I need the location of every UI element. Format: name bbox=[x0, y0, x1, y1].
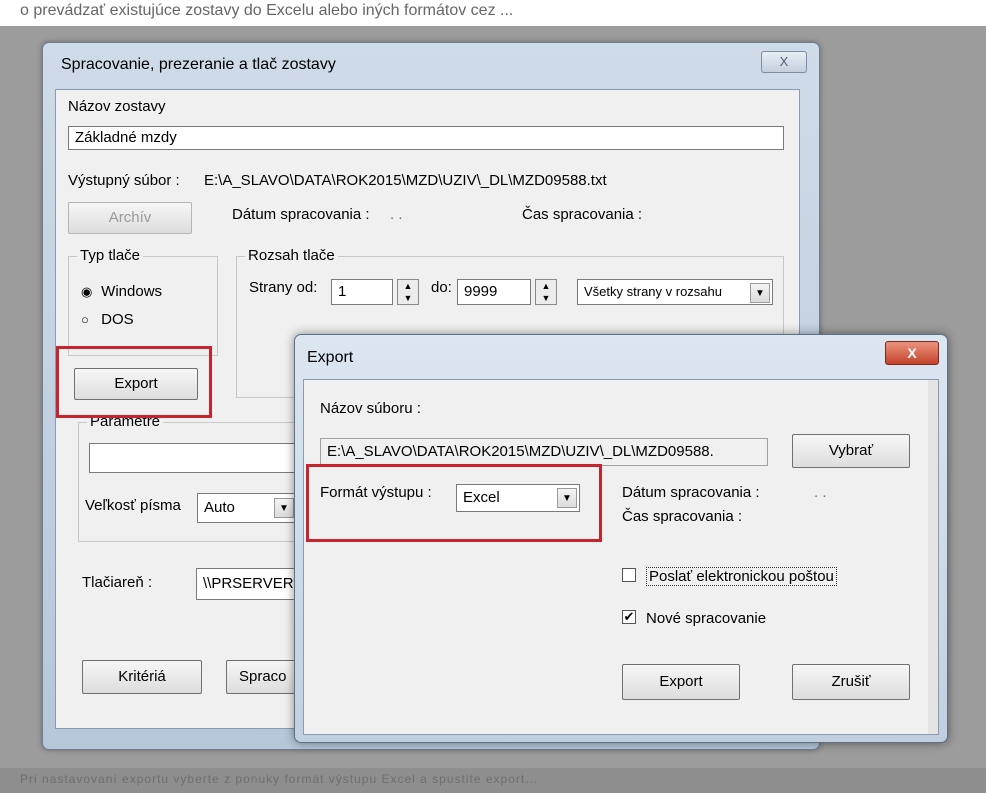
pages-to-input[interactable]: 9999 bbox=[457, 279, 531, 305]
archive-button[interactable]: Archív bbox=[68, 202, 192, 234]
output-file-label: Výstupný súbor : bbox=[68, 172, 180, 189]
print-type-group-title: Typ tlače bbox=[77, 247, 144, 264]
processing-date-value: . . bbox=[390, 206, 403, 223]
cancel-button[interactable]: Zrušiť bbox=[792, 664, 910, 700]
chevron-down-icon: ▼ bbox=[274, 498, 294, 518]
print-range-group-title: Rozsah tlače bbox=[245, 247, 338, 264]
close-icon: X bbox=[907, 345, 917, 361]
spin-up-icon: ▲ bbox=[541, 281, 551, 291]
processing-time-label: Čas spracovania : bbox=[522, 206, 643, 223]
export-processing-date-value: . . bbox=[814, 484, 827, 501]
font-size-select[interactable]: Auto ▼ bbox=[197, 493, 297, 523]
spin-down-icon: ▼ bbox=[403, 293, 413, 303]
background-bottom-text: Pri nastavovaní exportu vyberte z ponuky… bbox=[20, 772, 539, 786]
radio-selected-icon: ◉ bbox=[81, 284, 93, 299]
new-processing-label: Nové spracovanie bbox=[646, 610, 767, 627]
processing-date-label: Dátum spracovania : bbox=[232, 206, 370, 223]
export-processing-time-label: Čas spracovania : bbox=[622, 508, 743, 525]
file-name-label: Názov súboru : bbox=[320, 400, 421, 417]
export-confirm-button[interactable]: Export bbox=[622, 664, 740, 700]
pages-from-input[interactable]: 1 bbox=[331, 279, 393, 305]
checkbox-empty-icon bbox=[622, 568, 636, 583]
criteria-button[interactable]: Kritériá bbox=[82, 660, 202, 694]
background-bottom-strip: Pri nastavovaní exportu vyberte z ponuky… bbox=[0, 768, 986, 793]
choose-file-button[interactable]: Vybrať bbox=[792, 434, 910, 468]
report-name-input[interactable]: Základné mzdy bbox=[68, 126, 784, 150]
pages-mode-select[interactable]: Všetky strany v rozsahu ▼ bbox=[577, 279, 773, 305]
radio-label: DOS bbox=[101, 311, 134, 328]
send-email-checkbox[interactable]: Poslať elektronickou poštou bbox=[622, 567, 837, 586]
file-name-input[interactable]: E:\A_SLAVO\DATA\ROK2015\MZD\UZIV\_DL\MZD… bbox=[320, 438, 768, 466]
pages-mode-value: Všetky strany v rozsahu bbox=[584, 284, 722, 299]
close-icon: X bbox=[779, 54, 789, 69]
pages-from-label: Strany od: bbox=[249, 279, 318, 296]
close-button[interactable]: X bbox=[761, 51, 807, 73]
send-email-label: Poslať elektronickou poštou bbox=[646, 567, 837, 586]
background-top-text: o prevádzať existujúce zostavy do Excelu… bbox=[20, 2, 514, 19]
export-dialog-title: Export bbox=[307, 349, 354, 366]
font-size-label: Veľkosť písma bbox=[85, 497, 181, 514]
print-type-dos-radio[interactable]: ○ DOS bbox=[81, 311, 134, 328]
radio-empty-icon: ○ bbox=[81, 312, 89, 327]
spin-up-icon: ▲ bbox=[403, 281, 413, 291]
report-name-label: Názov zostavy bbox=[68, 98, 166, 115]
output-format-highlight bbox=[306, 464, 602, 542]
export-dialog-client: Názov súboru : E:\A_SLAVO\DATA\ROK2015\M… bbox=[303, 379, 939, 735]
radio-label: Windows bbox=[101, 283, 163, 300]
export-dialog-close-button[interactable]: X bbox=[885, 341, 939, 365]
export-processing-date-label: Dátum spracovania : bbox=[622, 484, 760, 501]
print-type-group: Typ tlače ◉ Windows ○ DOS bbox=[68, 247, 218, 356]
checkmark-icon: ✔ bbox=[622, 609, 636, 625]
pages-to-label: do: bbox=[431, 279, 452, 296]
new-processing-checkbox[interactable]: ✔ Nové spracovanie bbox=[622, 610, 766, 627]
scrollbar[interactable] bbox=[928, 380, 938, 734]
pages-to-spinner[interactable]: ▲ ▼ bbox=[535, 279, 557, 305]
print-type-windows-radio[interactable]: ◉ Windows bbox=[81, 283, 162, 300]
background-top-strip: o prevádzať existujúce zostavy do Excelu… bbox=[0, 0, 986, 26]
export-button-highlight bbox=[56, 346, 212, 418]
output-file-path: E:\A_SLAVO\DATA\ROK2015\MZD\UZIV\_DL\MZD… bbox=[204, 172, 607, 189]
font-size-value: Auto bbox=[204, 499, 235, 516]
pages-from-spinner[interactable]: ▲ ▼ bbox=[397, 279, 419, 305]
spin-down-icon: ▼ bbox=[541, 293, 551, 303]
window-title: Spracovanie, prezeranie a tlač zostavy bbox=[61, 56, 336, 73]
printer-label: Tlačiareň : bbox=[82, 574, 153, 591]
chevron-down-icon: ▼ bbox=[750, 283, 770, 303]
